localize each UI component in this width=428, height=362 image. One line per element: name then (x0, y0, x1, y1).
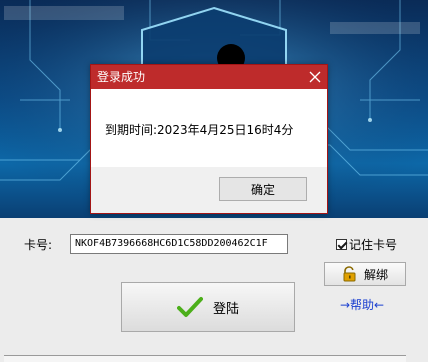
dialog-footer: 确定 (91, 167, 327, 213)
dialog-title: 登录成功 (97, 70, 146, 84)
check-icon (176, 297, 203, 317)
status-bar (4, 355, 406, 362)
checkbox-checked[interactable] (336, 239, 347, 250)
unbind-button[interactable]: 解绑 (324, 262, 406, 286)
lock-open-icon (343, 266, 356, 282)
login-success-dialog: 登录成功 到期时间:2023年4月25日16时4分 确定 (90, 64, 328, 214)
dialog-titlebar: 登录成功 (91, 65, 327, 89)
close-icon[interactable] (307, 67, 323, 87)
card-number-input[interactable]: NKOF4B7396668HC6D1C58DD200462C1F (70, 234, 288, 254)
login-button[interactable]: 登陆 (121, 282, 295, 332)
ok-button[interactable]: 确定 (219, 177, 307, 201)
card-label: 卡号: (24, 238, 53, 252)
remember-card-checkbox[interactable]: 记住卡号 (336, 236, 397, 253)
login-label: 登陆 (212, 301, 239, 317)
help-link[interactable]: →帮助← (340, 296, 384, 313)
remember-card-label: 记住卡号 (349, 238, 398, 252)
expiry-message: 到期时间:2023年4月25日16时4分 (105, 123, 294, 137)
unbind-label: 解绑 (363, 267, 388, 282)
